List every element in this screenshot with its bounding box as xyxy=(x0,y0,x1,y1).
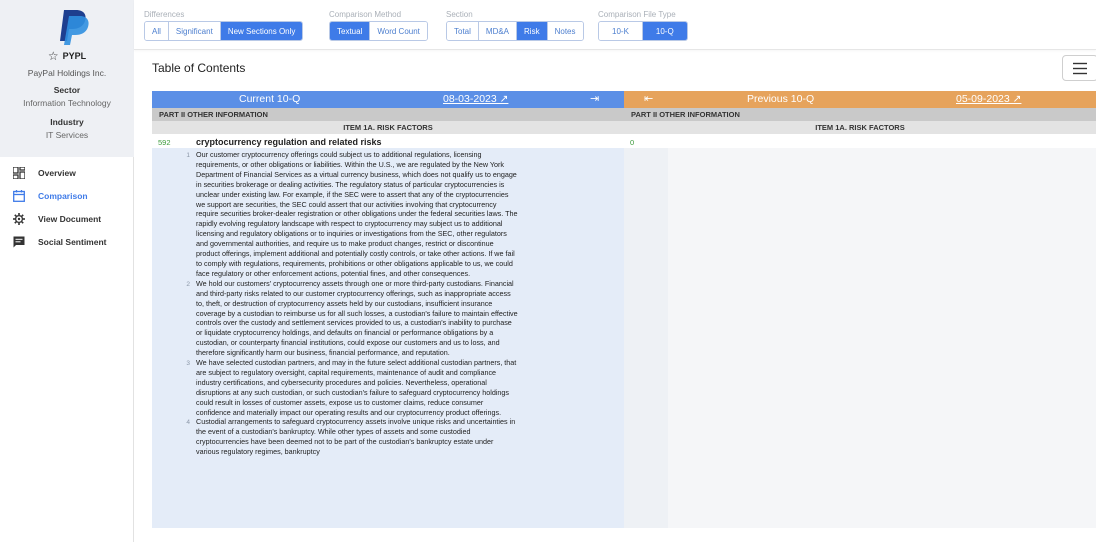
differences-all-button[interactable]: All xyxy=(145,22,169,40)
nav-label: View Document xyxy=(38,213,102,224)
previous-section-number: 0 xyxy=(630,137,635,147)
previous-filing-panel: ⇤ Previous 10-Q 05-09-2023 ↗ PART II OTH… xyxy=(624,91,1096,531)
method-word-count-button[interactable]: Word Count xyxy=(370,22,427,40)
paragraph-number: 1 xyxy=(186,152,190,159)
previous-empty-content xyxy=(668,148,1096,528)
section-label: Section xyxy=(446,10,473,19)
nav-label: Social Sentiment xyxy=(38,236,107,247)
expand-left-icon[interactable]: ⇤ xyxy=(644,92,653,105)
current-section-row: 592 cryptocurrency regulation and relate… xyxy=(152,136,624,148)
sidebar-nav: Overview Comparison View Document Social… xyxy=(0,161,134,253)
previous-section-row: 0 xyxy=(624,136,1096,148)
nav-item-social-sentiment[interactable]: Social Sentiment xyxy=(0,230,134,253)
current-section-number: 592 xyxy=(158,137,171,147)
method-segmented: Textual Word Count xyxy=(329,21,428,41)
previous-line-gutter xyxy=(624,148,668,528)
expand-right-icon[interactable]: ⇥ xyxy=(590,92,599,105)
current-panel-header: Current 10-Q 08-03-2023 ↗ ⇥ xyxy=(152,91,624,108)
sector-label: Sector xyxy=(53,85,81,95)
paragraph-number: 3 xyxy=(186,360,190,368)
paragraph: 1 Our customer cryptocurrency offerings … xyxy=(152,150,624,279)
chat-icon xyxy=(12,235,26,249)
section-risk-button[interactable]: Risk xyxy=(517,22,548,40)
hamburger-icon xyxy=(1073,62,1087,74)
current-panel-title: Current 10-Q xyxy=(239,93,301,105)
paragraph-number: 2 xyxy=(186,280,190,288)
industry-value: IT Services xyxy=(45,130,89,140)
previous-panel-header: ⇤ Previous 10-Q 05-09-2023 ↗ xyxy=(624,91,1096,108)
paragraph: 4 Custodial arrangements to safeguard cr… xyxy=(152,417,624,457)
previous-item-heading: ITEM 1A. RISK FACTORS xyxy=(624,121,1096,134)
nav-item-overview[interactable]: Overview xyxy=(0,161,134,184)
differences-new-sections-button[interactable]: New Sections Only xyxy=(220,22,303,40)
sector-value: Information Technology xyxy=(23,98,111,108)
paragraph: 2 We hold our customers' cryptocurrency … xyxy=(152,279,624,358)
previous-part-heading: PART II OTHER INFORMATION xyxy=(624,108,1096,121)
paypal-logo-icon xyxy=(60,10,89,45)
section-notes-button[interactable]: Notes xyxy=(547,22,583,40)
gear-icon xyxy=(12,212,26,226)
differences-segmented: All Significant New Sections Only xyxy=(144,21,304,41)
differences-label: Differences xyxy=(144,10,185,19)
app-root: ☆ PYPL PayPal Holdings Inc. Sector Infor… xyxy=(0,0,1096,542)
table-of-contents-title[interactable]: Table of Contents xyxy=(152,61,245,75)
differences-significant-button[interactable]: Significant xyxy=(168,22,221,40)
nav-label: Overview xyxy=(38,167,76,178)
paragraph-text: Our customer cryptocurrency offerings co… xyxy=(196,150,518,278)
paragraph-text: Custodial arrangements to safeguard cryp… xyxy=(196,417,516,457)
sidebar: ☆ PYPL PayPal Holdings Inc. Sector Infor… xyxy=(0,0,134,542)
paragraph-number: 4 xyxy=(186,419,190,427)
differences-filter: Differences All Significant New Sections… xyxy=(144,10,304,41)
filetype-10q-button[interactable]: 10-Q xyxy=(642,22,687,40)
filetype-segmented: 10-K 10-Q xyxy=(598,21,688,41)
filetype-10k-button[interactable]: 10-K xyxy=(599,22,643,40)
company-name: PayPal Holdings Inc. xyxy=(27,68,107,78)
paragraph-text: We hold our customers' cryptocurrency as… xyxy=(196,278,518,358)
previous-section-body xyxy=(624,148,1096,528)
current-part-heading: PART II OTHER INFORMATION xyxy=(152,108,624,121)
filter-toolbar: Differences All Significant New Sections… xyxy=(134,0,1096,50)
dashboard-icon xyxy=(12,166,26,180)
method-filter: Comparison Method Textual Word Count xyxy=(329,10,428,41)
section-total-button[interactable]: Total xyxy=(447,22,479,40)
previous-panel-title: Previous 10-Q xyxy=(747,93,815,105)
section-filter: Section Total MD&A Risk Notes xyxy=(446,10,584,41)
filetype-label: Comparison File Type xyxy=(598,10,676,19)
calendar-icon xyxy=(12,189,26,203)
current-section-body: 1 Our customer cryptocurrency offerings … xyxy=(152,148,624,528)
method-label: Comparison Method xyxy=(329,10,402,19)
section-segmented: Total MD&A Risk Notes xyxy=(446,21,584,41)
current-filing-date-link[interactable]: 08-03-2023 ↗ xyxy=(443,93,508,105)
menu-button[interactable] xyxy=(1062,55,1096,81)
nav-label: Comparison xyxy=(38,190,88,201)
paragraph-text: We have selected custodian partners, and… xyxy=(196,358,517,417)
current-section-title: cryptocurrency regulation and related ri… xyxy=(196,137,382,147)
section-mda-button[interactable]: MD&A xyxy=(478,22,518,40)
current-item-heading: ITEM 1A. RISK FACTORS xyxy=(152,121,624,134)
ticker: PYPL xyxy=(62,51,87,61)
star-icon[interactable]: ☆ xyxy=(48,50,59,62)
current-filing-panel: Current 10-Q 08-03-2023 ↗ ⇥ PART II OTHE… xyxy=(152,91,624,531)
filetype-filter: Comparison File Type 10-K 10-Q xyxy=(598,10,688,41)
nav-item-view-document[interactable]: View Document xyxy=(0,207,134,230)
paragraph: 3 We have selected custodian partners, a… xyxy=(152,358,624,417)
method-textual-button[interactable]: Textual xyxy=(330,22,371,40)
nav-item-comparison[interactable]: Comparison xyxy=(0,184,134,207)
previous-filing-date-link[interactable]: 05-09-2023 ↗ xyxy=(956,93,1021,105)
company-card: ☆ PYPL PayPal Holdings Inc. Sector Infor… xyxy=(0,0,134,157)
ticker-row: ☆ PYPL xyxy=(0,50,134,62)
industry-label: Industry xyxy=(50,117,84,127)
